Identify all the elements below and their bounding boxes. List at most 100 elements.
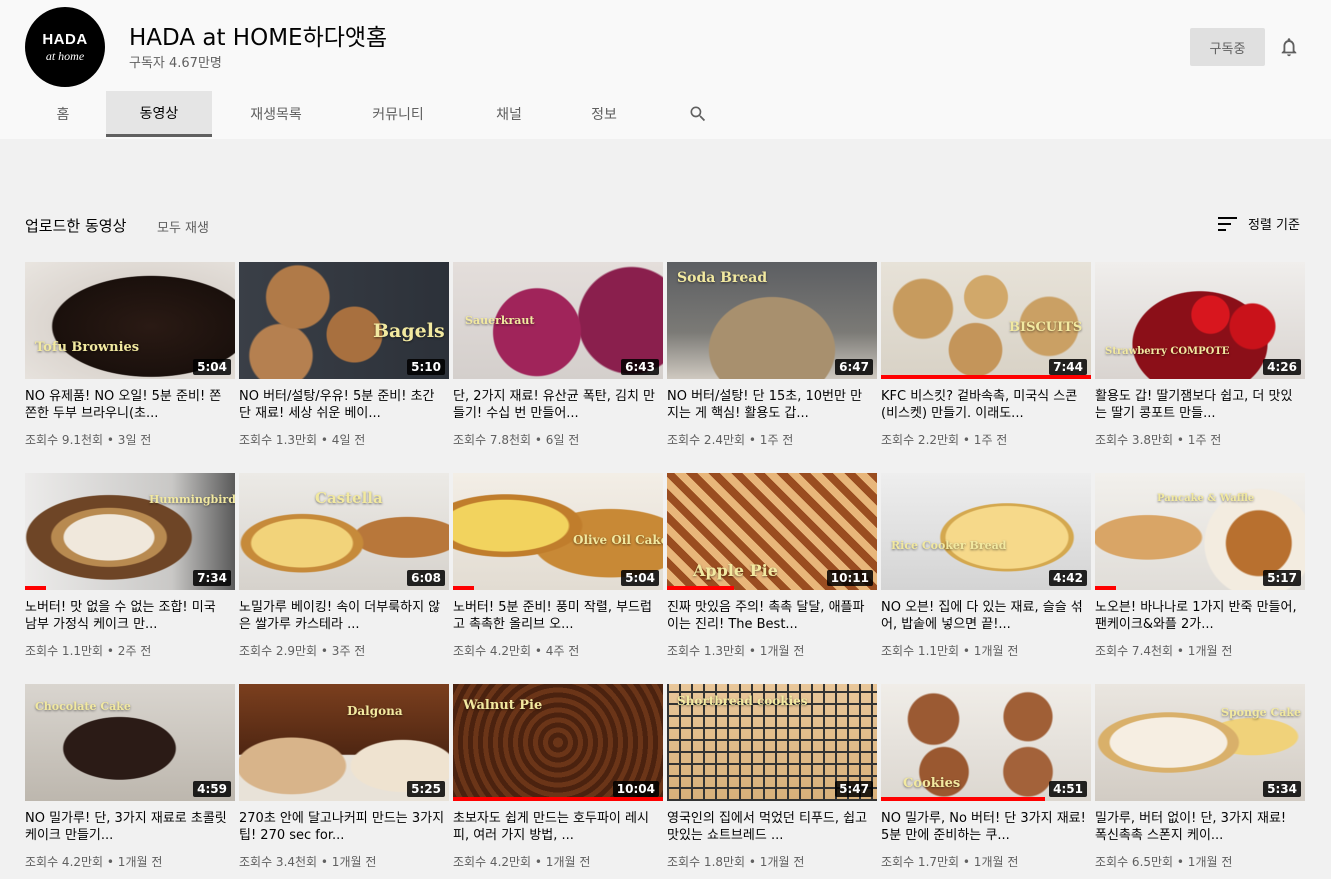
video-title[interactable]: 진짜 맛있음 주의! 촉촉 달달, 애플파이는 진리! The Best...: [667, 599, 873, 633]
tab-about[interactable]: 정보: [566, 91, 642, 137]
thumbnail-caption: Chocolate Cake: [35, 700, 131, 713]
tab-label: 재생목록: [250, 107, 302, 123]
watch-progress-bar: [453, 586, 474, 590]
video-metadata: 조회수 4.2만회 • 4주 전: [453, 644, 580, 658]
video-card[interactable]: Cookies 4:51 NO 밀가루, No 버터! 단 3가지 재료! 5분 만…: [881, 684, 1091, 870]
video-thumbnail[interactable]: Tofu Brownies 5:04: [25, 262, 235, 379]
thumbnail-caption: Olive Oil Cake: [573, 533, 663, 547]
video-title[interactable]: NO 밀가루, No 버터! 단 3가지 재료! 5분 만에 준비하는 쿠...: [881, 810, 1087, 844]
watch-progress-bar: [453, 797, 663, 801]
video-metadata: 조회수 3.4천회 • 1개월 전: [239, 855, 377, 869]
video-card[interactable]: Apple Pie 10:11 진짜 맛있음 주의! 촉촉 달달, 애플파이는 진리…: [667, 473, 877, 659]
video-card[interactable]: Tofu Brownies 5:04 NO 유제품! NO 오일! 5분 준비! 쫀…: [25, 262, 235, 448]
tab-channels[interactable]: 채널: [470, 91, 548, 137]
video-thumbnail[interactable]: Sponge Cake 5:34: [1095, 684, 1305, 801]
video-title[interactable]: NO 버터/설탕/우유! 5분 준비! 초간단 재료! 세상 쉬운 베이...: [239, 388, 445, 422]
video-title[interactable]: 270초 안에 달고나커피 만드는 3가지 팁! 270 sec for...: [239, 810, 445, 844]
video-title[interactable]: 영국인의 집에서 먹었던 티푸드, 쉽고 맛있는 쇼트브레드 ...: [667, 810, 873, 844]
video-thumbnail[interactable]: Bagels 5:10: [239, 262, 449, 379]
video-title[interactable]: 밀가루, 버터 없이! 단, 3가지 재료! 폭신촉촉 스폰지 케이...: [1095, 810, 1301, 844]
video-card[interactable]: Olive Oil Cake 5:04 노버터! 5분 준비! 풍미 작렬, 부드럽…: [453, 473, 663, 659]
video-card[interactable]: Bagels 5:10 NO 버터/설탕/우유! 5분 준비! 초간단 재료! 세상…: [239, 262, 449, 448]
subscribed-button[interactable]: 구독중: [1190, 28, 1265, 66]
video-card[interactable]: Hummingbird CAKE 7:34 노버터! 맛 없을 수 없는 조합! 미…: [25, 473, 235, 659]
video-card[interactable]: Chocolate Cake 4:59 NO 밀가루! 단, 3가지 재료로 초콜릿…: [25, 684, 235, 870]
video-card[interactable]: Strawberry COMPOTE 4:26 활용도 갑! 딸기잼보다 쉽고, 더…: [1095, 262, 1305, 448]
video-title[interactable]: NO 버터/설탕! 단 15초, 10번만 만지는 게 핵심! 활용도 갑...: [667, 388, 873, 422]
video-card[interactable]: Sauerkraut 6:43 단, 2가지 재료! 유산균 폭탄, 김치 만들기!…: [453, 262, 663, 448]
video-thumbnail[interactable]: Pancake & Waffle 5:17: [1095, 473, 1305, 590]
video-card[interactable]: Rice Cooker Bread 4:42 NO 오븐! 집에 다 있는 재료, …: [881, 473, 1091, 659]
video-title[interactable]: 활용도 갑! 딸기잼보다 쉽고, 더 맛있는 딸기 콩포트 만들...: [1095, 388, 1301, 422]
video-metadata: 조회수 1.1만회 • 2주 전: [25, 644, 152, 658]
video-metadata: 조회수 2.9만회 • 3주 전: [239, 644, 366, 658]
channel-avatar[interactable]: HADA at home: [25, 7, 105, 87]
video-thumbnail[interactable]: Olive Oil Cake 5:04: [453, 473, 663, 590]
tab-playlists[interactable]: 재생목록: [226, 91, 326, 137]
video-thumbnail[interactable]: Sauerkraut 6:43: [453, 262, 663, 379]
video-thumbnail[interactable]: Cookies 4:51: [881, 684, 1091, 801]
video-title[interactable]: 단, 2가지 재료! 유산균 폭탄, 김치 만들기! 수십 번 만들어...: [453, 388, 659, 422]
thumbnail-caption: Shortbread cookies: [677, 694, 808, 708]
video-card[interactable]: Pancake & Waffle 5:17 노오븐! 바나나로 1가지 반죽 만들어…: [1095, 473, 1305, 659]
video-thumbnail[interactable]: Rice Cooker Bread 4:42: [881, 473, 1091, 590]
video-title[interactable]: 노오븐! 바나나로 1가지 반죽 만들어, 팬케이크&와플 2가...: [1095, 599, 1301, 633]
video-thumbnail[interactable]: Strawberry COMPOTE 4:26: [1095, 262, 1305, 379]
video-thumbnail[interactable]: Castella 6:08: [239, 473, 449, 590]
video-title[interactable]: KFC 비스킷? 겉바속촉, 미국식 스콘(비스켓) 만들기. 이래도...: [881, 388, 1087, 422]
video-thumbnail[interactable]: Shortbread cookies 5:47: [667, 684, 877, 801]
tab-label: 정보: [591, 107, 617, 123]
duration-badge: 5:47: [835, 781, 873, 797]
video-card[interactable]: Castella 6:08 노밀가루 베이킹! 속이 더부룩하지 않은 쌀가루 카스…: [239, 473, 449, 659]
video-title[interactable]: NO 유제품! NO 오일! 5분 준비! 쫀쫀한 두부 브라우니(초...: [25, 388, 231, 422]
avatar-text-line1: HADA: [42, 30, 88, 48]
sort-icon: [1218, 216, 1237, 231]
video-title[interactable]: 노버터! 5분 준비! 풍미 작렬, 부드럽고 촉촉한 올리브 오...: [453, 599, 659, 633]
video-card[interactable]: Walnut Pie 10:04 초보자도 쉽게 만드는 호두파이 레시피, 여러 …: [453, 684, 663, 870]
thumbnail-caption: Rice Cooker Bread: [891, 539, 1007, 552]
thumbnail-caption: BISCUITS: [1009, 320, 1083, 335]
video-thumbnail[interactable]: Walnut Pie 10:04: [453, 684, 663, 801]
video-title[interactable]: NO 오븐! 집에 다 있는 재료, 슬슬 섞어, 밥솥에 넣으면 끝!...: [881, 599, 1087, 633]
duration-badge: 10:11: [826, 570, 873, 586]
duration-badge: 5:17: [1263, 570, 1301, 586]
video-thumbnail[interactable]: Dalgona 5:25: [239, 684, 449, 801]
notification-bell-icon[interactable]: [1278, 36, 1300, 58]
video-card[interactable]: Soda Bread 6:47 NO 버터/설탕! 단 15초, 10번만 만지는 …: [667, 262, 877, 448]
video-card[interactable]: BISCUITS 7:44 KFC 비스킷? 겉바속촉, 미국식 스콘(비스켓) 만…: [881, 262, 1091, 448]
video-metadata: 조회수 2.4만회 • 1주 전: [667, 433, 794, 447]
video-thumbnail[interactable]: Soda Bread 6:47: [667, 262, 877, 379]
thumbnail-caption: Hummingbird CAKE: [149, 493, 235, 506]
video-thumbnail[interactable]: Apple Pie 10:11: [667, 473, 877, 590]
thumbnail-caption: Castella: [315, 489, 383, 507]
duration-badge: 7:44: [1049, 359, 1087, 375]
video-metadata: 조회수 1.7만회 • 1개월 전: [881, 855, 1019, 869]
channel-header: HADA at home HADA at HOME하다앳홈 구독자 4.67만명…: [0, 0, 1331, 139]
tab-videos[interactable]: 동영상: [106, 91, 212, 137]
duration-badge: 7:34: [193, 570, 231, 586]
video-card[interactable]: Shortbread cookies 5:47 영국인의 집에서 먹었던 티푸드, …: [667, 684, 877, 870]
search-icon[interactable]: [688, 104, 708, 124]
video-card[interactable]: Sponge Cake 5:34 밀가루, 버터 없이! 단, 3가지 재료! 폭신…: [1095, 684, 1305, 870]
tab-community[interactable]: 커뮤니티: [346, 91, 450, 137]
video-thumbnail[interactable]: Hummingbird CAKE 7:34: [25, 473, 235, 590]
watch-progress-bar: [667, 586, 735, 590]
video-title[interactable]: 노버터! 맛 없을 수 없는 조합! 미국 남부 가정식 케이크 만...: [25, 599, 231, 633]
duration-badge: 5:34: [1263, 781, 1301, 797]
thumbnail-caption: Cookies: [903, 776, 961, 791]
watch-progress-bar: [881, 797, 1045, 801]
watch-progress-bar: [25, 586, 46, 590]
play-all-link[interactable]: 모두 재생: [157, 217, 209, 236]
tab-home[interactable]: 홈: [25, 91, 101, 137]
video-thumbnail[interactable]: Chocolate Cake 4:59: [25, 684, 235, 801]
video-title[interactable]: 노밀가루 베이킹! 속이 더부룩하지 않은 쌀가루 카스테라 ...: [239, 599, 445, 633]
sort-menu[interactable]: 정렬 기준: [1218, 214, 1300, 233]
tab-label: 채널: [496, 107, 522, 123]
thumbnail-caption: Sauerkraut: [465, 314, 535, 327]
video-thumbnail[interactable]: BISCUITS 7:44: [881, 262, 1091, 379]
video-metadata: 조회수 1.1만회 • 1개월 전: [881, 644, 1019, 658]
video-card[interactable]: Dalgona 5:25 270초 안에 달고나커피 만드는 3가지 팁! 270 …: [239, 684, 449, 870]
video-title[interactable]: NO 밀가루! 단, 3가지 재료로 초콜릿 케이크 만들기...: [25, 810, 231, 844]
video-title[interactable]: 초보자도 쉽게 만드는 호두파이 레시피, 여러 가지 방법, ...: [453, 810, 659, 844]
thumbnail-caption: Soda Bread: [677, 270, 768, 286]
